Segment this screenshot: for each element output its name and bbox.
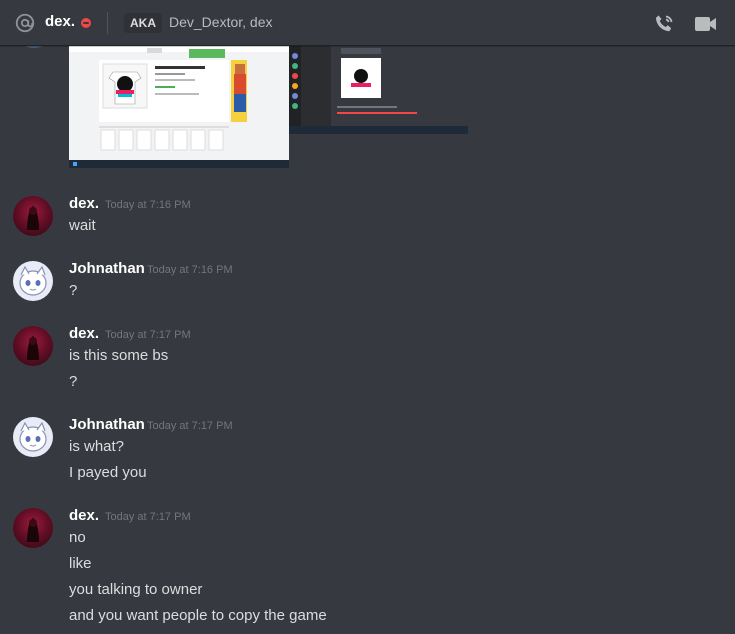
- message-timestamp: Today at 7:16 PM: [147, 264, 233, 276]
- message-text: I payed you: [69, 464, 147, 481]
- message-timestamp: Today at 7:17 PM: [105, 511, 191, 523]
- message-text: is this some bs: [69, 347, 169, 364]
- avatar[interactable]: [13, 326, 53, 366]
- message-author[interactable]: dex.: [69, 325, 99, 342]
- message-text: ?: [69, 373, 78, 390]
- message-text: you talking to owner: [69, 581, 203, 598]
- avatar[interactable]: [13, 417, 53, 457]
- message-text: no: [69, 529, 86, 546]
- video-call-icon[interactable]: [693, 12, 719, 36]
- dnd-status-icon: [81, 18, 91, 28]
- message-text: and you want people to copy the game: [69, 607, 327, 624]
- message-text: is what?: [69, 438, 125, 455]
- message-timestamp: Today at 7:17 PM: [147, 420, 233, 432]
- message-text: ?: [69, 282, 78, 299]
- message-author[interactable]: Johnathan: [69, 416, 145, 433]
- dm-title: dex.: [45, 13, 76, 30]
- image-attachment[interactable]: [69, 46, 289, 168]
- attachment-image: [69, 46, 289, 168]
- at-icon: [15, 13, 35, 33]
- message-text: like: [69, 555, 92, 572]
- aka-badge: AKA: [124, 13, 162, 33]
- header-divider: [107, 12, 108, 34]
- message-author[interactable]: dex.: [69, 195, 99, 212]
- dm-header: dex. AKA Dev_Dextor, dex: [0, 0, 735, 46]
- aka-names: Dev_Dextor, dex: [169, 14, 273, 30]
- message-text: wait: [69, 217, 96, 234]
- avatar[interactable]: [13, 508, 53, 548]
- attachment-image: [289, 46, 468, 134]
- image-attachment[interactable]: [289, 46, 468, 134]
- message-timestamp: Today at 7:17 PM: [105, 329, 191, 341]
- message-author[interactable]: dex.: [69, 507, 99, 524]
- message-timestamp: Today at 7:16 PM: [105, 199, 191, 211]
- voice-call-icon[interactable]: [652, 12, 676, 36]
- avatar[interactable]: [13, 261, 53, 301]
- avatar[interactable]: [13, 196, 53, 236]
- message-author[interactable]: Johnathan: [69, 260, 145, 277]
